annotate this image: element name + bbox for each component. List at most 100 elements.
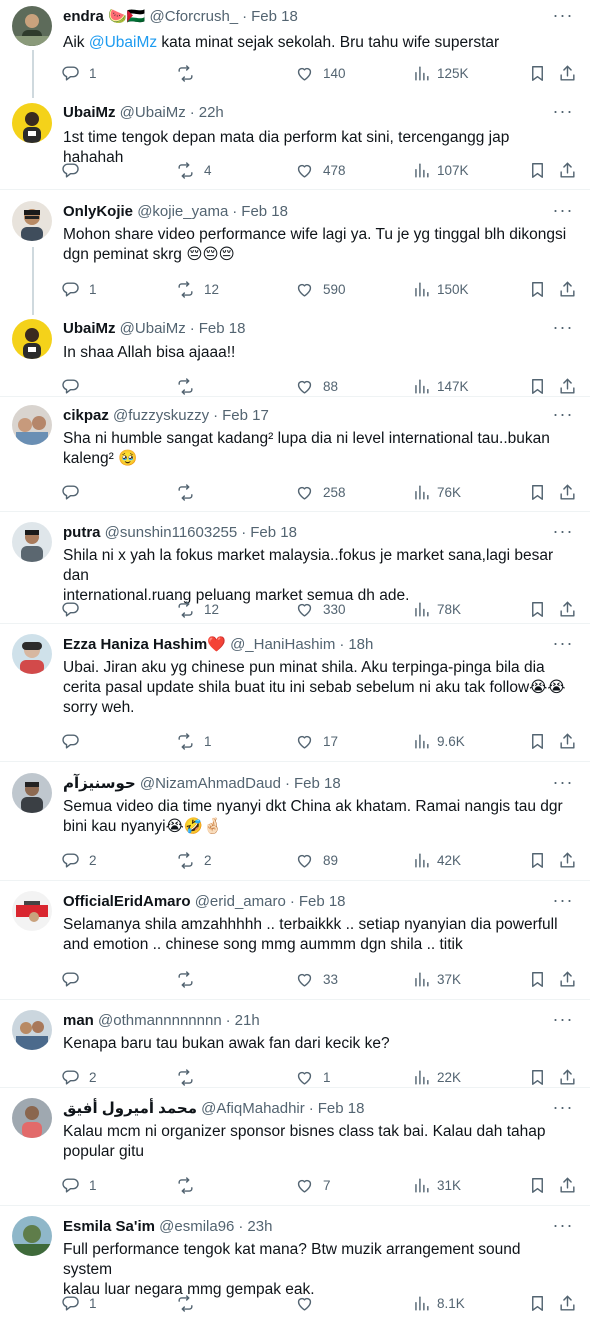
display-name[interactable]: putra bbox=[63, 524, 101, 541]
tweet-time[interactable]: Feb 18 bbox=[294, 775, 341, 792]
reply-button[interactable] bbox=[61, 967, 89, 991]
reply-button[interactable]: 1 bbox=[61, 1291, 97, 1315]
bookmark-button[interactable] bbox=[528, 1291, 547, 1315]
display-name[interactable]: محمد أميرول أفيق bbox=[63, 1100, 197, 1117]
views-button[interactable]: 76K bbox=[412, 480, 461, 504]
views-button[interactable]: 9.6K bbox=[412, 729, 465, 753]
avatar[interactable] bbox=[12, 773, 52, 813]
user-handle[interactable]: @kojie_yama bbox=[137, 203, 228, 220]
retweet-button[interactable]: 4 bbox=[176, 158, 212, 182]
like-button[interactable]: 140 bbox=[295, 61, 346, 85]
like-button[interactable]: 478 bbox=[295, 158, 346, 182]
tweet-time[interactable]: Feb 18 bbox=[250, 524, 297, 541]
user-handle[interactable]: @UbaiMz bbox=[120, 320, 186, 337]
reply-button[interactable]: 1 bbox=[61, 61, 97, 85]
retweet-button[interactable] bbox=[176, 480, 204, 504]
like-button[interactable]: 88 bbox=[295, 374, 338, 398]
like-button[interactable]: 33 bbox=[295, 967, 338, 991]
more-icon[interactable]: ··· bbox=[552, 318, 574, 341]
like-button[interactable]: 1 bbox=[295, 1065, 331, 1089]
display-name[interactable]: OfficialEridAmaro bbox=[63, 893, 191, 910]
like-button[interactable]: 330 bbox=[295, 597, 346, 621]
display-name[interactable]: Esmila Sa'im bbox=[63, 1218, 155, 1235]
more-icon[interactable]: ··· bbox=[552, 405, 574, 428]
bookmark-button[interactable] bbox=[528, 277, 547, 301]
reply-button[interactable] bbox=[61, 374, 89, 398]
display-name[interactable]: Ezza Haniza Hashim❤️ bbox=[63, 636, 226, 653]
views-button[interactable]: 8.1K bbox=[412, 1291, 465, 1315]
display-name[interactable]: حوسنيزآم bbox=[63, 775, 136, 792]
views-button[interactable]: 78K bbox=[412, 597, 461, 621]
bookmark-button[interactable] bbox=[528, 480, 547, 504]
tweet-time[interactable]: Feb 18 bbox=[299, 893, 346, 910]
share-button[interactable] bbox=[558, 1291, 577, 1315]
avatar[interactable] bbox=[12, 6, 52, 46]
tweet-time[interactable]: 21h bbox=[235, 1012, 260, 1029]
share-button[interactable] bbox=[558, 61, 577, 85]
more-icon[interactable]: ··· bbox=[552, 1216, 574, 1239]
retweet-button[interactable]: 12 bbox=[176, 597, 219, 621]
more-icon[interactable]: ··· bbox=[552, 634, 574, 657]
more-icon[interactable]: ··· bbox=[552, 773, 574, 796]
share-button[interactable] bbox=[558, 967, 577, 991]
avatar[interactable] bbox=[12, 891, 52, 931]
like-button[interactable]: 7 bbox=[295, 1173, 331, 1197]
bookmark-button[interactable] bbox=[528, 967, 547, 991]
retweet-button[interactable]: 12 bbox=[176, 277, 219, 301]
views-button[interactable]: 147K bbox=[412, 374, 469, 398]
share-button[interactable] bbox=[558, 374, 577, 398]
tweet-time[interactable]: Feb 18 bbox=[251, 8, 298, 25]
user-handle[interactable]: @esmila96 bbox=[159, 1218, 234, 1235]
share-button[interactable] bbox=[558, 1173, 577, 1197]
share-button[interactable] bbox=[558, 597, 577, 621]
retweet-button[interactable] bbox=[176, 61, 204, 85]
more-icon[interactable]: ··· bbox=[552, 201, 574, 224]
share-button[interactable] bbox=[558, 848, 577, 872]
avatar[interactable] bbox=[12, 319, 52, 359]
bookmark-button[interactable] bbox=[528, 1065, 547, 1089]
views-button[interactable]: 107K bbox=[412, 158, 469, 182]
user-handle[interactable]: @AfiqMahadhir bbox=[201, 1100, 305, 1117]
more-icon[interactable]: ··· bbox=[552, 102, 574, 125]
avatar[interactable] bbox=[12, 522, 52, 562]
avatar[interactable] bbox=[12, 1010, 52, 1050]
user-handle[interactable]: @UbaiMz bbox=[120, 104, 186, 121]
bookmark-button[interactable] bbox=[528, 158, 547, 182]
views-button[interactable]: 37K bbox=[412, 967, 461, 991]
retweet-button[interactable] bbox=[176, 374, 204, 398]
reply-button[interactable] bbox=[61, 597, 89, 621]
avatar[interactable] bbox=[12, 103, 52, 143]
more-icon[interactable]: ··· bbox=[552, 522, 574, 545]
display-name[interactable]: man bbox=[63, 1012, 94, 1029]
retweet-button[interactable] bbox=[176, 1173, 204, 1197]
like-button[interactable]: 17 bbox=[295, 729, 338, 753]
avatar[interactable] bbox=[12, 201, 52, 241]
share-button[interactable] bbox=[558, 729, 577, 753]
retweet-button[interactable]: 1 bbox=[176, 729, 212, 753]
retweet-button[interactable] bbox=[176, 1065, 204, 1089]
user-handle[interactable]: @Cforcrush_ bbox=[150, 8, 239, 25]
avatar[interactable] bbox=[12, 1216, 52, 1256]
display-name[interactable]: UbaiMz bbox=[63, 104, 116, 121]
share-button[interactable] bbox=[558, 158, 577, 182]
reply-button[interactable]: 1 bbox=[61, 277, 97, 301]
more-icon[interactable]: ··· bbox=[552, 1010, 574, 1033]
tweet-time[interactable]: 22h bbox=[199, 104, 224, 121]
tweet-time[interactable]: Feb 17 bbox=[222, 407, 269, 424]
user-handle[interactable]: @fuzzyskuzzy bbox=[113, 407, 209, 424]
like-button[interactable]: 590 bbox=[295, 277, 346, 301]
views-button[interactable]: 22K bbox=[412, 1065, 461, 1089]
mention-link[interactable]: @UbaiMz bbox=[89, 34, 157, 51]
reply-button[interactable] bbox=[61, 729, 89, 753]
share-button[interactable] bbox=[558, 1065, 577, 1089]
avatar[interactable] bbox=[12, 405, 52, 445]
user-handle[interactable]: @NizamAhmadDaud bbox=[140, 775, 281, 792]
views-button[interactable]: 31K bbox=[412, 1173, 461, 1197]
views-button[interactable]: 125K bbox=[412, 61, 469, 85]
retweet-button[interactable] bbox=[176, 967, 204, 991]
user-handle[interactable]: @othmannnnnnnn bbox=[98, 1012, 222, 1029]
tweet-time[interactable]: Feb 18 bbox=[318, 1100, 365, 1117]
bookmark-button[interactable] bbox=[528, 729, 547, 753]
reply-button[interactable]: 1 bbox=[61, 1173, 97, 1197]
more-icon[interactable]: ··· bbox=[552, 1098, 574, 1121]
